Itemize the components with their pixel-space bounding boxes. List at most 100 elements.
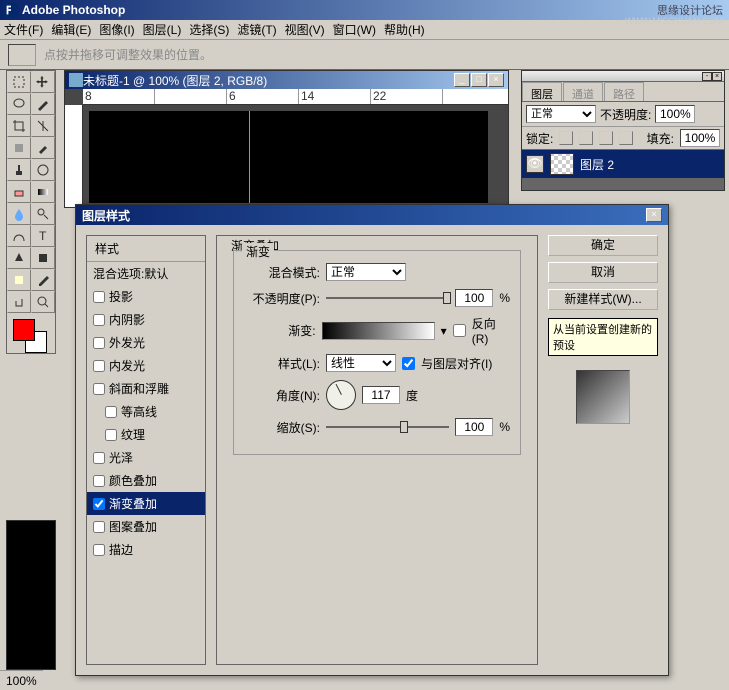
- doc-close-button[interactable]: ×: [488, 73, 504, 87]
- zoom-tool[interactable]: [31, 291, 55, 313]
- effect-item[interactable]: 颜色叠加: [87, 469, 205, 492]
- effect-item[interactable]: 斜面和浮雕: [87, 377, 205, 400]
- panel-minimize-button[interactable]: -: [702, 72, 712, 81]
- gradient-dropdown-icon[interactable]: ▾: [441, 324, 447, 338]
- stamp-tool[interactable]: [7, 159, 31, 181]
- angle-dial[interactable]: [326, 380, 356, 410]
- canvas[interactable]: [89, 111, 488, 203]
- fill-value[interactable]: 100%: [680, 129, 720, 147]
- style-dropdown[interactable]: 线性: [326, 354, 396, 372]
- angle-input[interactable]: 117: [362, 386, 400, 404]
- effect-checkbox[interactable]: [105, 429, 117, 441]
- effect-item[interactable]: 外发光: [87, 331, 205, 354]
- layer-item[interactable]: 👁 图层 2: [522, 150, 724, 178]
- slice-tool[interactable]: [31, 115, 55, 137]
- effect-item[interactable]: 描边: [87, 538, 205, 561]
- menu-filter[interactable]: 滤镜(T): [237, 21, 276, 38]
- effect-checkbox[interactable]: [93, 521, 105, 533]
- menu-window[interactable]: 窗口(W): [333, 21, 376, 38]
- cancel-button[interactable]: 取消: [548, 262, 658, 283]
- lock-position-icon[interactable]: [599, 131, 613, 145]
- blend-options-item[interactable]: 混合选项:默认: [87, 262, 205, 285]
- zoom-level[interactable]: 100%: [6, 674, 37, 688]
- effect-checkbox[interactable]: [105, 406, 117, 418]
- menu-layer[interactable]: 图层(L): [143, 21, 182, 38]
- effect-label: 斜面和浮雕: [109, 380, 169, 397]
- effect-checkbox[interactable]: [93, 383, 105, 395]
- effect-item[interactable]: 内阴影: [87, 308, 205, 331]
- menu-file[interactable]: 文件(F): [4, 21, 43, 38]
- eyedropper-tool[interactable]: [31, 269, 55, 291]
- effect-checkbox[interactable]: [93, 314, 105, 326]
- current-tool-icon[interactable]: [8, 44, 36, 66]
- layer-name[interactable]: 图层 2: [580, 156, 614, 173]
- menu-help[interactable]: 帮助(H): [384, 21, 425, 38]
- notes-tool[interactable]: [7, 269, 31, 291]
- scale-input[interactable]: 100: [455, 418, 493, 436]
- brush-tool[interactable]: [31, 137, 55, 159]
- blend-mode-select[interactable]: 正常: [526, 105, 596, 123]
- opacity-slider[interactable]: [326, 289, 449, 307]
- path-tool[interactable]: [7, 225, 31, 247]
- tab-layers[interactable]: 图层: [522, 82, 562, 101]
- layer-thumbnail[interactable]: [550, 153, 574, 175]
- crop-tool[interactable]: [7, 115, 31, 137]
- lock-all-icon[interactable]: [619, 131, 633, 145]
- shape-tool[interactable]: [31, 247, 55, 269]
- heal-tool[interactable]: [7, 137, 31, 159]
- visibility-icon[interactable]: 👁: [526, 155, 544, 173]
- styles-header[interactable]: 样式: [87, 236, 205, 262]
- eraser-tool[interactable]: [7, 181, 31, 203]
- move-tool[interactable]: [31, 71, 55, 93]
- effect-checkbox[interactable]: [93, 337, 105, 349]
- wand-tool[interactable]: [31, 93, 55, 115]
- effect-item[interactable]: 图案叠加: [87, 515, 205, 538]
- blend-mode-dropdown[interactable]: 正常: [326, 263, 406, 281]
- tab-channels[interactable]: 通道: [563, 82, 603, 101]
- opacity-input[interactable]: 100: [455, 289, 493, 307]
- effect-checkbox[interactable]: [93, 452, 105, 464]
- ok-button[interactable]: 确定: [548, 235, 658, 256]
- dodge-tool[interactable]: [31, 203, 55, 225]
- new-style-button[interactable]: 新建样式(W)...: [548, 289, 658, 310]
- effect-item[interactable]: 渐变叠加: [87, 492, 205, 515]
- effect-checkbox[interactable]: [93, 291, 105, 303]
- menu-view[interactable]: 视图(V): [285, 21, 325, 38]
- effect-checkbox[interactable]: [93, 498, 105, 510]
- history-brush-tool[interactable]: [31, 159, 55, 181]
- dialog-close-button[interactable]: ×: [646, 208, 662, 222]
- tab-paths[interactable]: 路径: [604, 82, 644, 101]
- gradient-preview[interactable]: [322, 322, 435, 340]
- color-swatches[interactable]: [7, 313, 55, 353]
- align-checkbox[interactable]: [402, 357, 415, 370]
- lock-transparency-icon[interactable]: [559, 131, 573, 145]
- lock-pixels-icon[interactable]: [579, 131, 593, 145]
- lasso-tool[interactable]: [7, 93, 31, 115]
- effect-item[interactable]: 内发光: [87, 354, 205, 377]
- menu-image[interactable]: 图像(I): [99, 21, 134, 38]
- blur-tool[interactable]: [7, 203, 31, 225]
- hand-tool[interactable]: [7, 291, 31, 313]
- type-tool[interactable]: T: [31, 225, 55, 247]
- menu-select[interactable]: 选择(S): [189, 21, 229, 38]
- vertical-guide[interactable]: [249, 111, 250, 203]
- effect-checkbox[interactable]: [93, 544, 105, 556]
- fg-color-swatch[interactable]: [13, 319, 35, 341]
- marquee-tool[interactable]: [7, 71, 31, 93]
- doc-max-button[interactable]: □: [471, 73, 487, 87]
- reverse-checkbox[interactable]: [453, 324, 466, 337]
- scale-slider[interactable]: [326, 418, 449, 436]
- effect-item[interactable]: 光泽: [87, 446, 205, 469]
- effect-item[interactable]: 纹理: [87, 423, 205, 446]
- gradient-tool[interactable]: [31, 181, 55, 203]
- effect-checkbox[interactable]: [93, 360, 105, 372]
- pen-tool[interactable]: [7, 247, 31, 269]
- doc-min-button[interactable]: _: [454, 73, 470, 87]
- effect-item[interactable]: 等高线: [87, 400, 205, 423]
- effect-checkbox[interactable]: [93, 475, 105, 487]
- menu-edit[interactable]: 编辑(E): [51, 21, 91, 38]
- canvas-area[interactable]: 861422: [65, 89, 508, 207]
- panel-close-button[interactable]: ×: [712, 72, 722, 81]
- effect-item[interactable]: 投影: [87, 285, 205, 308]
- opacity-value[interactable]: 100%: [655, 105, 695, 123]
